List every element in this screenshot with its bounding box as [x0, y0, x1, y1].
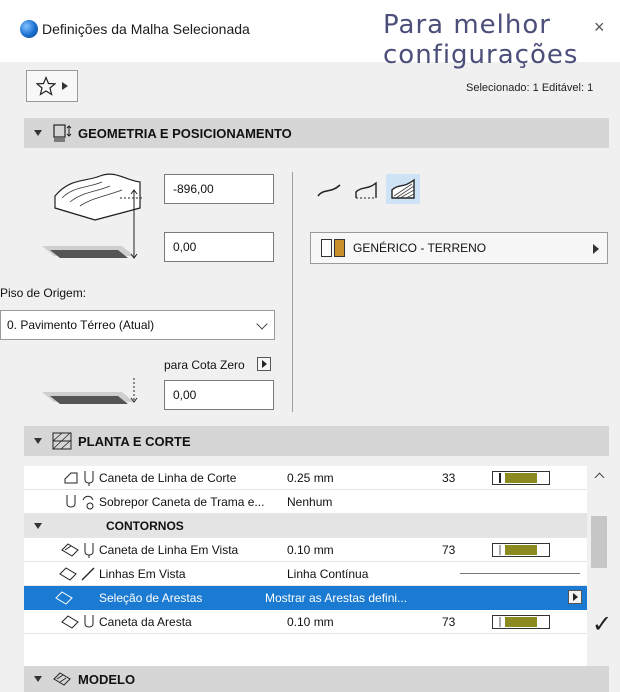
row-name: Seleção de Arestas: [99, 590, 203, 605]
solid-body-icon: [391, 178, 415, 199]
chevron-down-icon: [256, 318, 268, 330]
group-row-contours[interactable]: CONTORNOS: [24, 514, 587, 538]
selection-count: Selecionado: 1 Editável: 1: [466, 82, 594, 94]
zero-ref-label: para Cota Zero: [164, 358, 245, 372]
base-offset-illustration: [42, 228, 138, 259]
group-title: CONTORNOS: [106, 518, 184, 533]
mesh-height-illustration: [54, 173, 142, 236]
top-surface-only-icon[interactable]: [316, 182, 342, 200]
pen-icon: [84, 542, 94, 558]
pen-icon: [84, 470, 94, 486]
row-name: Caneta de Linha de Corte: [99, 470, 237, 485]
plan-settings-table: Caneta de Linha de Corte 0.25 mm 33 Sobr…: [24, 466, 587, 666]
row-value: 0.10 mm: [287, 614, 334, 629]
row-name: Caneta da Aresta: [99, 614, 192, 629]
table-row[interactable]: Caneta de Linha de Corte 0.25 mm 33: [24, 466, 587, 490]
row-name: Linhas Em Vista: [99, 566, 186, 581]
surface-material-button[interactable]: GENÉRICO - TERRENO: [310, 232, 608, 264]
divider: [292, 172, 293, 412]
origin-floor-value: 0. Pavimento Térreo (Atual): [7, 318, 155, 332]
line-type-preview: [460, 573, 580, 574]
section-header-plan[interactable]: PLANTA E CORTE: [24, 426, 609, 456]
edge-pen-icon: [61, 614, 79, 629]
app-logo-icon: [20, 20, 38, 38]
collapse-triangle-icon: [34, 130, 42, 136]
row-value: Linha Contínua: [287, 566, 369, 581]
zero-level-illustration: [42, 378, 138, 404]
mesh-height-input[interactable]: -896,00: [164, 174, 274, 204]
scroll-thumb[interactable]: [591, 516, 607, 568]
plan-section-icon: [52, 432, 72, 450]
table-row[interactable]: Linhas Em Vista Linha Contínua: [24, 562, 587, 586]
row-value: 0.25 mm: [287, 470, 334, 485]
close-icon[interactable]: ×: [594, 17, 605, 38]
override-icon: [82, 495, 94, 509]
table-row[interactable]: Sobrepor Caneta de Trama e... Nenhum: [24, 490, 587, 514]
table-row[interactable]: Caneta de Linha Em Vista 0.10 mm 73: [24, 538, 587, 562]
row-pen-number: 73: [442, 614, 456, 629]
chevron-right-icon: [62, 82, 68, 90]
overlay-caption: Para melhor configurações: [383, 10, 579, 70]
material-label: GENÉRICO - TERRENO: [353, 241, 487, 255]
row-options-button[interactable]: [568, 590, 582, 604]
solid-body-button[interactable]: [386, 174, 420, 204]
material-swatch-color: [334, 239, 345, 257]
model-section-icon: [53, 672, 71, 686]
favorites-button[interactable]: [26, 70, 78, 102]
origin-floor-label: Piso de Origem:: [0, 286, 87, 300]
checkmark-icon: ✓: [592, 611, 613, 638]
section-title-geometry: GEOMETRIA E POSICIONAMENTO: [78, 125, 292, 141]
top-and-sides-icon[interactable]: [352, 180, 380, 202]
zero-ref-arrow-button[interactable]: [257, 357, 271, 371]
collapse-triangle-icon: [34, 438, 42, 444]
base-offset-input[interactable]: 0,00: [164, 232, 274, 262]
pen-color-swatch[interactable]: [492, 542, 550, 557]
pen-icon: [84, 614, 94, 627]
window-title: Definições da Malha Selecionada: [42, 21, 250, 37]
section-header-geometry[interactable]: GEOMETRIA E POSICIONAMENTO: [24, 118, 609, 148]
edge-selection-icon: [55, 590, 73, 605]
pen-icon: [66, 494, 76, 507]
row-value: 0.10 mm: [287, 542, 334, 557]
row-pen-number: 33: [442, 470, 456, 485]
geometry-section-icon: [53, 124, 72, 142]
row-pen-number: 73: [442, 542, 456, 557]
cut-line-icon: [64, 472, 78, 483]
collapse-triangle-icon: [34, 676, 42, 682]
zero-ref-input[interactable]: 0,00: [164, 380, 274, 410]
material-swatch-white: [321, 239, 332, 257]
section-header-model[interactable]: MODELO: [24, 666, 609, 692]
pen-color-swatch[interactable]: [492, 470, 550, 485]
star-icon: [36, 76, 56, 96]
table-row[interactable]: Caneta da Aresta 0.10 mm 73: [24, 610, 587, 634]
collapse-triangle-icon: [34, 522, 42, 529]
row-value: Mostrar as Arestas defini...: [265, 590, 408, 605]
section-title-model: MODELO: [78, 671, 136, 687]
section-title-plan: PLANTA E CORTE: [78, 433, 191, 449]
chevron-right-icon: [593, 244, 599, 254]
row-name: Caneta de Linha Em Vista: [99, 542, 239, 557]
row-value: Nenhum: [287, 494, 333, 509]
uncut-lines-icon: [59, 566, 77, 581]
origin-floor-select[interactable]: 0. Pavimento Térreo (Atual): [0, 310, 275, 340]
uncut-lines-icon: [61, 542, 79, 557]
pen-color-swatch[interactable]: [492, 614, 550, 629]
row-name: Sobrepor Caneta de Trama e...: [99, 494, 265, 509]
line-type-icon: [81, 567, 95, 580]
table-row-selected[interactable]: Seleção de Arestas Mostrar as Arestas de…: [24, 586, 587, 610]
